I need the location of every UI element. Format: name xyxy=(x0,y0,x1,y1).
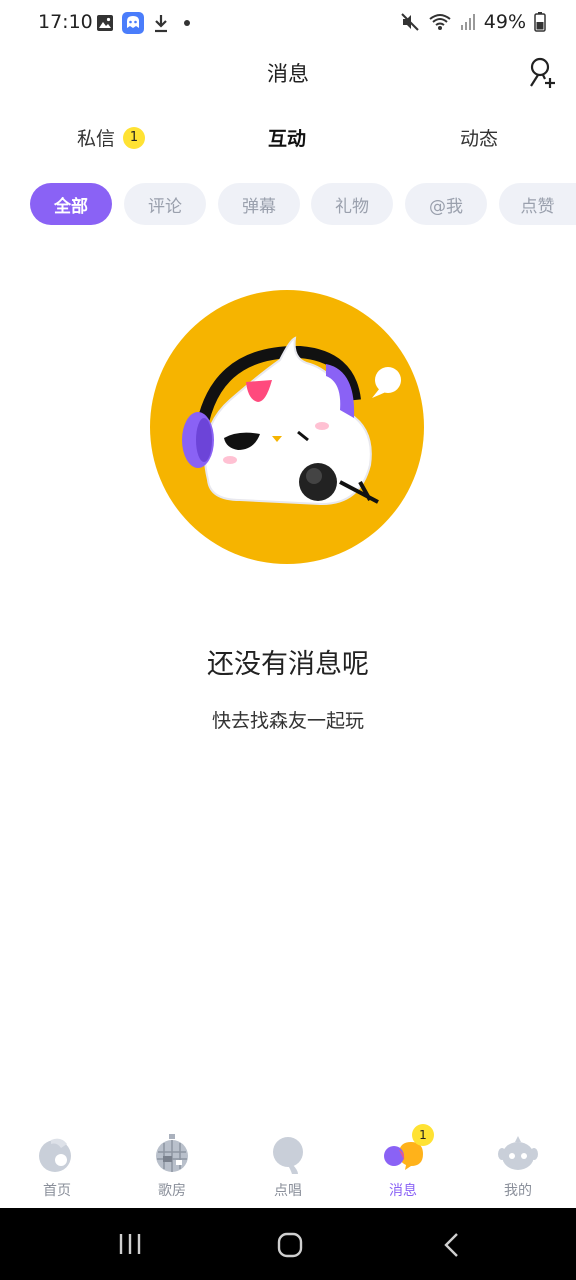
nav-item-messages[interactable]: 消息 xyxy=(363,1134,443,1200)
system-navigation-bar xyxy=(0,1208,576,1280)
status-right: 49% xyxy=(400,11,546,33)
filter-chip-all[interactable]: 全部 xyxy=(30,183,112,225)
tab-private-messages[interactable]: 私信 1 xyxy=(77,124,146,151)
nav-label: 首页 xyxy=(43,1183,71,1199)
empty-state-title: 还没有消息呢 xyxy=(207,649,369,680)
status-time: 17:10 xyxy=(38,11,93,33)
empty-state-mascot-illustration xyxy=(150,290,424,564)
wifi-icon xyxy=(429,14,451,30)
empty-state-subtitle: 快去找森友一起玩 xyxy=(211,710,364,732)
app-notification-icon xyxy=(122,12,144,34)
nav-label: 我的 xyxy=(504,1183,532,1199)
nav-label: 消息 xyxy=(389,1183,417,1199)
battery-percentage: 49% xyxy=(483,11,526,33)
tab-interactions[interactable]: 互动 xyxy=(268,124,306,151)
bottom-navigation: 首页 歌房 点唱 消息 1 我的 xyxy=(0,1120,576,1208)
nav-unread-badge: 1 xyxy=(412,1124,434,1146)
nav-item-sing[interactable]: 点唱 xyxy=(248,1134,328,1200)
filter-chip-danmaku[interactable]: 弹幕 xyxy=(218,183,300,225)
tab-label: 私信 xyxy=(77,128,116,150)
back-icon[interactable] xyxy=(442,1232,462,1258)
gallery-icon xyxy=(97,15,113,31)
home-icon xyxy=(39,1138,71,1172)
mute-icon xyxy=(401,13,419,31)
signal-icon xyxy=(460,14,475,30)
recent-apps-icon[interactable] xyxy=(118,1232,142,1256)
page-title: 消息 xyxy=(267,62,309,86)
nav-label: 点唱 xyxy=(274,1183,302,1199)
unread-badge: 1 xyxy=(123,126,146,149)
nav-label: 歌房 xyxy=(158,1183,186,1199)
add-friend-button[interactable] xyxy=(526,56,558,90)
profile-icon xyxy=(498,1136,538,1170)
home-button-icon[interactable] xyxy=(277,1232,303,1258)
nav-item-profile[interactable]: 我的 xyxy=(478,1134,558,1200)
nav-item-home[interactable]: 首页 xyxy=(17,1134,97,1200)
tab-label: 互动 xyxy=(268,128,307,150)
status-left-icons xyxy=(96,12,192,34)
filter-chip-comments[interactable]: 评论 xyxy=(124,183,206,225)
disco-ball-icon xyxy=(156,1134,188,1172)
filter-chip-likes[interactable]: 点赞 xyxy=(499,183,576,225)
download-icon xyxy=(155,15,167,33)
add-friend-icon xyxy=(530,57,555,88)
dot-icon xyxy=(184,20,190,26)
filter-chip-mentions[interactable]: @我 xyxy=(405,183,487,225)
status-bar: 17:10 49% xyxy=(0,0,576,46)
battery-icon xyxy=(534,12,546,32)
tab-label: 动态 xyxy=(460,128,499,150)
nav-item-rooms[interactable]: 歌房 xyxy=(132,1134,212,1200)
filter-chip-gifts[interactable]: 礼物 xyxy=(311,183,393,225)
sing-icon xyxy=(273,1137,303,1174)
tab-feed[interactable]: 动态 xyxy=(460,124,498,151)
